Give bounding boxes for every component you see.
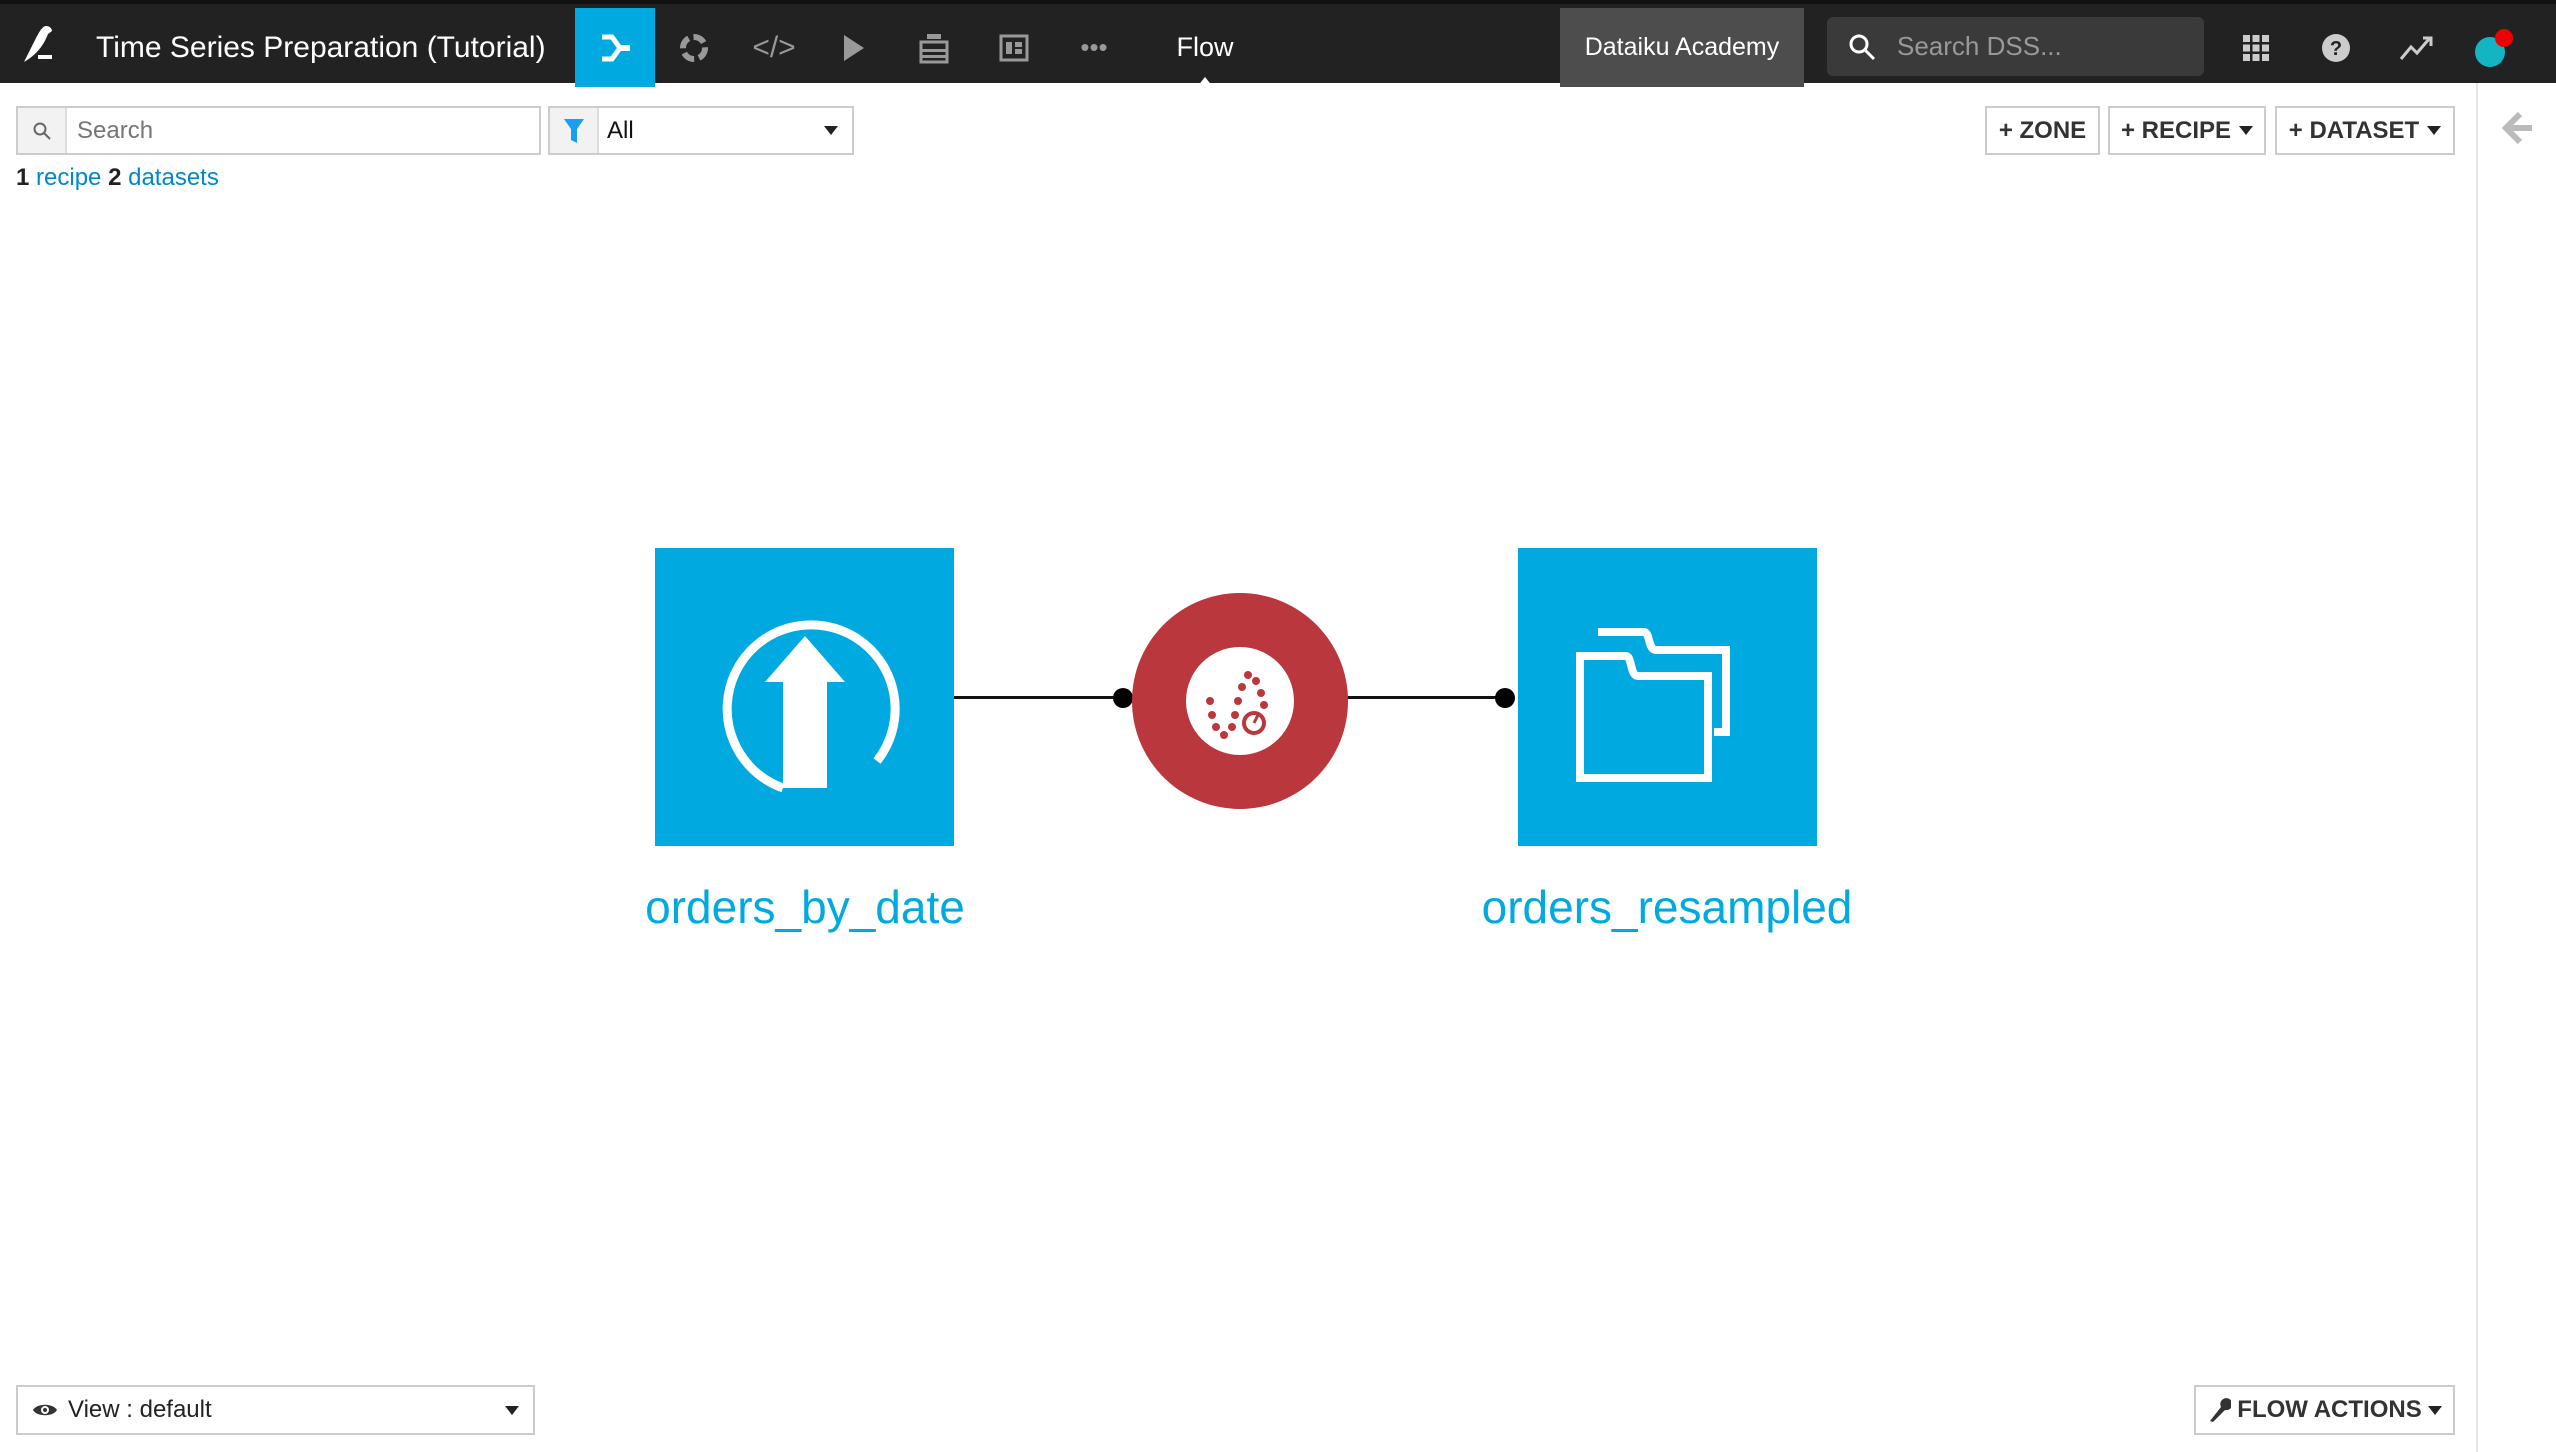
eye-icon (33, 1404, 57, 1416)
chevron-down-icon (2427, 1405, 2442, 1415)
global-search[interactable] (1827, 17, 2204, 76)
right-panel-divider (2476, 83, 2478, 1452)
collapse-arrow-icon[interactable] (2500, 110, 2540, 150)
instance-label[interactable]: Dataiku Academy (1560, 8, 1804, 87)
flow-edge-output (1346, 696, 1506, 699)
dataset-count: 2 (108, 164, 122, 191)
user-avatar[interactable] (2464, 8, 2524, 87)
flow-search-input[interactable] (67, 108, 539, 153)
more-icon[interactable]: ••• (1054, 8, 1134, 87)
search-icon (18, 108, 67, 153)
recipe-node-resample[interactable] (1132, 593, 1348, 809)
play-icon[interactable] (814, 8, 894, 87)
flow-icon[interactable] (575, 8, 655, 87)
apps-grid-icon[interactable] (2226, 8, 2286, 87)
dataset-node-orders-by-date[interactable] (655, 548, 954, 846)
flow-actions-label: FLOW ACTIONS (2237, 1396, 2422, 1423)
folder-icon (1576, 628, 1730, 782)
section-label-flow: Flow (1176, 32, 1234, 62)
chevron-down-icon (824, 126, 838, 135)
flow-summary: 1 recipe 2 datasets (16, 164, 219, 192)
code-icon[interactable]: </> (734, 8, 814, 87)
datasets-stack-icon[interactable] (894, 8, 974, 87)
search-icon (1849, 34, 1876, 60)
dataset-name[interactable]: orders_by_date (555, 880, 1055, 934)
filter-select[interactable]: All (548, 106, 854, 155)
recipes-circle-icon[interactable] (654, 8, 734, 87)
add-zone-button[interactable]: + ZONE (1985, 106, 2100, 155)
filter-funnel-icon (550, 108, 599, 153)
top-navbar: Time Series Preparation (Tutorial) </> •… (0, 0, 2556, 87)
flow-actions-button[interactable]: FLOW ACTIONS (2194, 1385, 2455, 1435)
chevron-down-icon (2239, 126, 2254, 135)
wrench-icon (2210, 1398, 2232, 1422)
dashboard-icon[interactable] (974, 8, 1054, 87)
chevron-down-icon (2427, 126, 2442, 135)
add-recipe-label: + RECIPE (2120, 116, 2232, 144)
flow-edge-input (954, 696, 1124, 699)
edge-endpoint (1113, 688, 1133, 708)
view-select[interactable]: View : default (16, 1385, 535, 1435)
add-dataset-label: + DATASET (2288, 116, 2420, 144)
active-indicator (1197, 77, 1213, 87)
add-dataset-button[interactable]: + DATASET (2275, 106, 2455, 155)
svg-text:?: ? (2330, 38, 2342, 60)
datasets-link[interactable]: datasets (128, 164, 219, 191)
dataiku-logo-icon[interactable] (16, 4, 66, 83)
filter-value: All (607, 116, 634, 144)
dataset-node-orders-resampled[interactable] (1518, 548, 1817, 846)
chevron-down-icon (505, 1405, 519, 1415)
help-icon[interactable]: ? (2306, 8, 2366, 87)
flow-search[interactable] (16, 106, 541, 155)
resample-icon (1186, 647, 1294, 755)
global-search-input[interactable] (1897, 31, 2177, 62)
add-recipe-button[interactable]: + RECIPE (2108, 106, 2266, 155)
recipe-link[interactable]: recipe (36, 164, 101, 191)
recipe-count: 1 (16, 164, 30, 191)
upload-icon (722, 620, 900, 793)
edge-endpoint (1495, 688, 1515, 708)
trend-icon[interactable] (2386, 8, 2446, 87)
dataset-name[interactable]: orders_resampled (1417, 880, 1917, 934)
view-label: View : default (68, 1396, 212, 1423)
project-title[interactable]: Time Series Preparation (Tutorial) (96, 8, 546, 87)
add-zone-label: + ZONE (1998, 116, 2087, 144)
